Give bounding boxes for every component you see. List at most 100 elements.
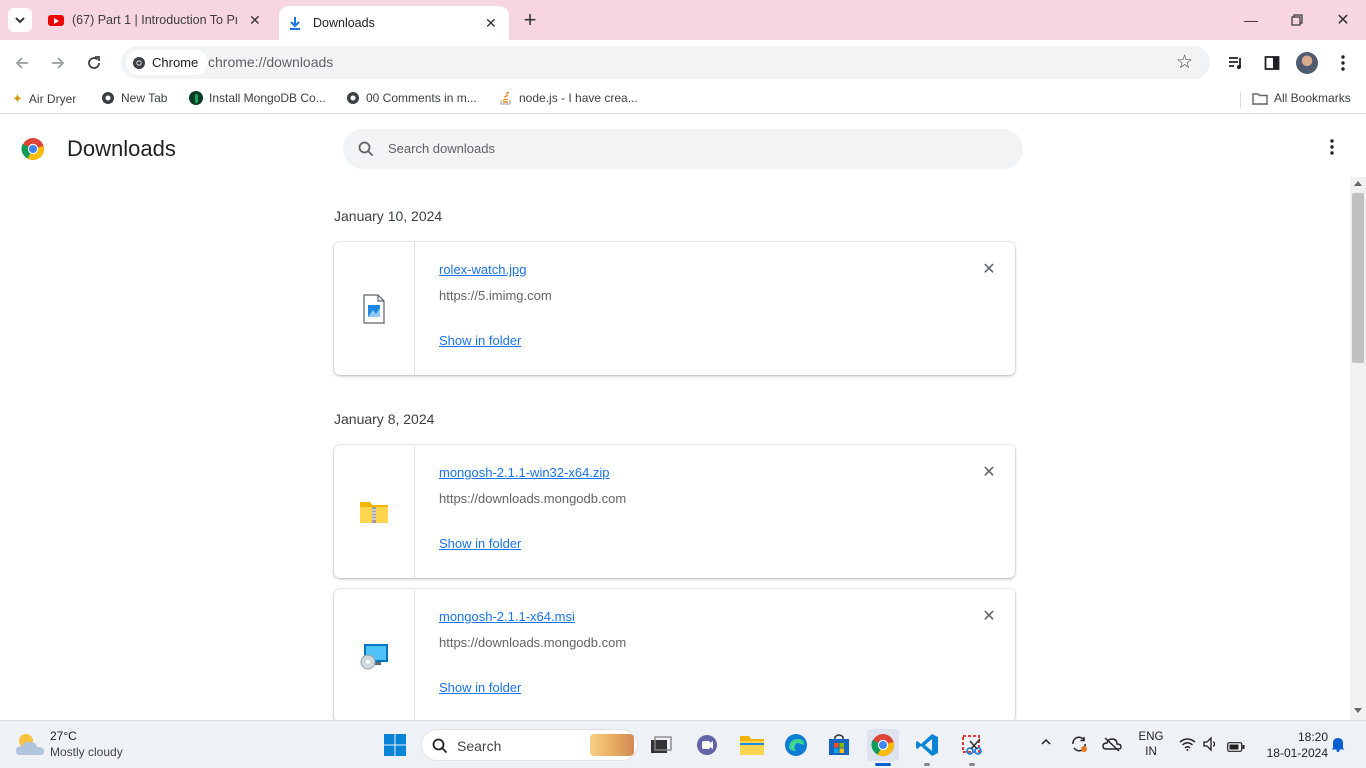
- tab-search-button[interactable]: [8, 8, 32, 32]
- remove-download-button[interactable]: ✕: [979, 606, 999, 626]
- chevron-down-icon: [15, 17, 25, 24]
- scroll-down-arrow[interactable]: [1354, 708, 1362, 713]
- task-view-icon: [651, 736, 672, 753]
- close-tab-icon[interactable]: ✕: [485, 15, 497, 32]
- remove-download-button[interactable]: ✕: [979, 462, 999, 482]
- bookmark-label: Install MongoDB Co...: [209, 91, 326, 105]
- language-line2: IN: [1145, 746, 1157, 758]
- side-panel-button[interactable]: [1257, 48, 1287, 78]
- all-bookmarks-button[interactable]: All Bookmarks: [1252, 91, 1351, 105]
- download-source: https://downloads.mongodb.com: [439, 491, 627, 506]
- address-bar[interactable]: Chrome chrome://downloads ☆: [121, 46, 1210, 79]
- onedrive-tray-button[interactable]: [1102, 736, 1122, 757]
- new-tab-button[interactable]: +: [518, 7, 542, 32]
- page-title: Downloads: [67, 136, 176, 161]
- taskbar-search-box[interactable]: Search: [421, 729, 638, 761]
- wifi-icon[interactable]: [1179, 737, 1196, 756]
- task-view-button[interactable]: [645, 729, 677, 761]
- windows-taskbar: 27°C Mostly cloudy Search ENG IN 18:20 1…: [0, 720, 1366, 768]
- weather-widget[interactable]: 27°C Mostly cloudy: [14, 729, 154, 761]
- tab-title: (67) Part 1 | Introduction To Pro: [72, 13, 237, 27]
- store-button[interactable]: [823, 729, 855, 761]
- language-line1: ENG: [1138, 731, 1164, 743]
- download-item: rolex-watch.jpg https://5.imimg.com Show…: [334, 242, 1015, 375]
- show-hidden-icons-button[interactable]: [1040, 735, 1052, 753]
- bookmark-new-tab[interactable]: New Tab: [101, 91, 167, 105]
- show-in-folder-link[interactable]: Show in folder: [439, 536, 521, 551]
- notifications-button[interactable]: [1331, 736, 1345, 757]
- remove-download-button[interactable]: ✕: [979, 259, 999, 279]
- all-bookmarks-label: All Bookmarks: [1274, 91, 1351, 105]
- back-arrow-icon: [15, 57, 28, 69]
- bookmark-label: Air Dryer: [28, 92, 77, 106]
- sync-icon: [1072, 736, 1087, 752]
- volume-icon[interactable]: [1203, 736, 1219, 757]
- restore-icon: [1291, 14, 1303, 26]
- search-downloads-input[interactable]: Search downloads: [343, 129, 1023, 169]
- search-icon: [432, 738, 448, 754]
- tab-youtube[interactable]: (67) Part 1 | Introduction To Pro ✕: [40, 0, 272, 40]
- page-header: Downloads Search downloads: [0, 121, 1366, 176]
- bookmarks-divider: [1240, 92, 1241, 108]
- clock[interactable]: 18:20 18-01-2024: [1256, 729, 1328, 761]
- teams-chat-button[interactable]: [691, 729, 723, 761]
- file-explorer-button[interactable]: [736, 729, 768, 761]
- page-menu-button[interactable]: [1324, 139, 1340, 159]
- start-button[interactable]: [379, 729, 411, 761]
- stackoverflow-icon: [500, 91, 511, 105]
- edge-icon: [785, 734, 807, 756]
- back-button[interactable]: [7, 48, 37, 78]
- show-in-folder-link[interactable]: Show in folder: [439, 333, 521, 348]
- download-filename-link[interactable]: rolex-watch.jpg: [439, 262, 526, 277]
- bookmark-label: New Tab: [121, 91, 168, 105]
- media-control-button[interactable]: [1221, 48, 1251, 78]
- menu-button[interactable]: [1328, 48, 1358, 78]
- snipping-tool-button[interactable]: [956, 729, 988, 761]
- sync-tray-button[interactable]: [1070, 735, 1088, 758]
- kebab-menu-icon: [1341, 55, 1345, 71]
- show-in-folder-link[interactable]: Show in folder: [439, 680, 521, 695]
- store-icon: [829, 734, 849, 755]
- bell-icon: [1331, 738, 1345, 752]
- folder-icon: [1252, 92, 1268, 105]
- vscode-button[interactable]: [911, 729, 943, 761]
- scroll-up-arrow[interactable]: [1354, 181, 1362, 186]
- chrome-icon: [871, 734, 894, 756]
- search-placeholder: Search downloads: [388, 141, 495, 156]
- vertical-scrollbar[interactable]: [1350, 177, 1366, 720]
- cloud-off-icon: [1102, 737, 1122, 752]
- edge-button[interactable]: [780, 729, 812, 761]
- close-tab-icon[interactable]: ✕: [249, 12, 261, 29]
- profile-avatar[interactable]: [1292, 48, 1322, 78]
- clock-date: 18-01-2024: [1266, 746, 1328, 760]
- globe-icon: [347, 92, 359, 104]
- bookmark-comments[interactable]: 00 Comments in m...: [346, 91, 477, 105]
- bookmark-nodejs[interactable]: node.js - I have crea...: [499, 91, 638, 105]
- search-highlight-graphic: [590, 734, 634, 756]
- bookmark-install-mongodb[interactable]: Install MongoDB Co...: [189, 91, 326, 105]
- site-chip[interactable]: Chrome: [126, 50, 209, 75]
- reload-button[interactable]: [79, 48, 109, 78]
- tab-strip: (67) Part 1 | Introduction To Pro ✕ Down…: [0, 0, 1366, 40]
- battery-icon[interactable]: [1227, 739, 1245, 757]
- chrome-taskbar-button[interactable]: [867, 729, 899, 761]
- download-source: https://downloads.mongodb.com: [439, 635, 627, 650]
- minimize-button[interactable]: —: [1228, 0, 1274, 40]
- date-header: January 8, 2024: [334, 411, 435, 427]
- tab-downloads[interactable]: Downloads ✕: [279, 6, 509, 40]
- close-window-button[interactable]: ✕: [1320, 0, 1366, 40]
- zip-folder-icon: [360, 501, 388, 523]
- bookmark-air-dryer[interactable]: ✦ Air Dryer: [12, 91, 76, 107]
- forward-button[interactable]: [43, 48, 73, 78]
- language-indicator[interactable]: ENG IN: [1138, 730, 1164, 760]
- vscode-icon: [916, 734, 938, 756]
- browser-toolbar: Chrome chrome://downloads ☆: [0, 40, 1366, 86]
- scrollbar-thumb[interactable]: [1352, 193, 1364, 363]
- windows-logo-icon: [384, 734, 406, 756]
- chat-icon: [697, 735, 717, 755]
- restore-button[interactable]: [1274, 0, 1320, 40]
- download-filename-link[interactable]: mongosh-2.1.1-x64.msi: [439, 609, 575, 624]
- bookmark-star-icon[interactable]: ☆: [1176, 51, 1193, 74]
- tab-title: Downloads: [313, 16, 375, 30]
- download-filename-link[interactable]: mongosh-2.1.1-win32-x64.zip: [439, 465, 610, 480]
